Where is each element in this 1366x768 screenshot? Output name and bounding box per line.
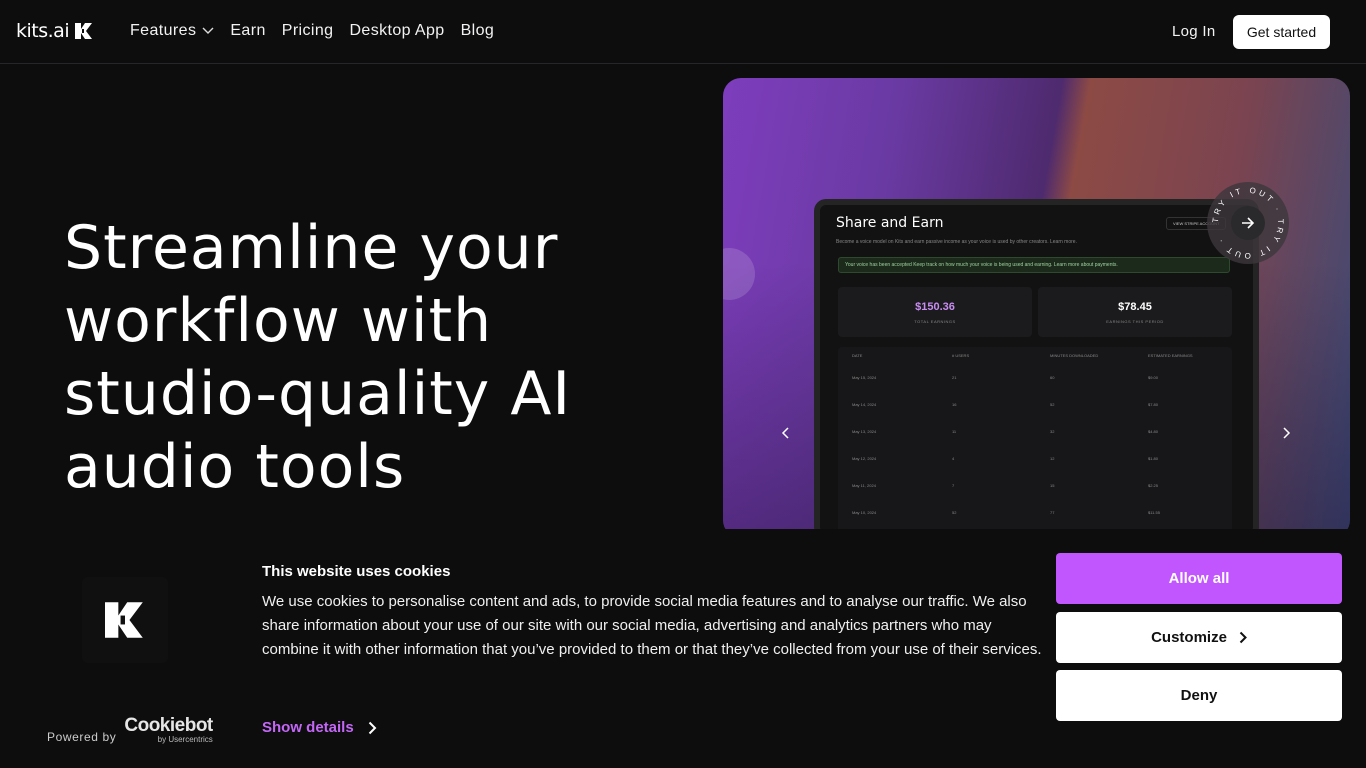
table-cell: 60 xyxy=(1050,375,1055,380)
table-cell: $4.80 xyxy=(1148,429,1159,434)
table-cell: 15 xyxy=(1050,483,1055,488)
carousel-next-button[interactable] xyxy=(1277,423,1297,443)
hero-headline: Streamline your workflow with studio-qua… xyxy=(64,213,572,502)
nav-blog[interactable]: Blog xyxy=(461,22,495,40)
try-it-out-badge[interactable]: TRY IT OUT · TRY IT OUT · xyxy=(1207,182,1289,264)
cookiebot-sub: by Usercentrics xyxy=(157,735,213,744)
table-cell: 52 xyxy=(952,510,957,515)
show-details-label: Show details xyxy=(262,719,354,736)
table-cell: May 15, 2024 xyxy=(852,375,877,380)
table-cell: May 10, 2024 xyxy=(852,510,877,515)
voice-accepted-notice: Your voice has been accepted Keep track … xyxy=(838,257,1230,273)
nav-earn[interactable]: Earn xyxy=(230,22,265,40)
nav-desktop-app[interactable]: Desktop App xyxy=(349,22,444,40)
table-cell: May 14, 2024 xyxy=(852,402,877,407)
table-cell: 16 xyxy=(952,402,957,407)
cookiebot-brand: Cookiebot xyxy=(124,715,213,736)
stat-value: $150.36 xyxy=(915,301,955,313)
table-cell: $7.80 xyxy=(1148,402,1159,407)
get-started-button[interactable]: Get started xyxy=(1233,15,1330,49)
table-cell: May 13, 2024 xyxy=(852,429,877,434)
table-cell: 7 xyxy=(952,483,955,488)
table-cell: 12 xyxy=(1050,456,1055,461)
deny-button[interactable]: Deny xyxy=(1056,670,1342,721)
chevron-left-icon xyxy=(781,427,789,439)
stat-period-earnings: $78.45 EARNINGS THIS PERIOD xyxy=(1038,287,1232,337)
kits-logo[interactable]: kits.ai xyxy=(16,20,93,42)
cookie-text: We use cookies to personalise content an… xyxy=(262,593,1042,658)
kits-mark-icon xyxy=(105,602,143,638)
chevron-right-icon xyxy=(1239,631,1247,644)
nav-features-label: Features xyxy=(130,22,197,39)
app-subtitle: Become a voice model on Kits and earn pa… xyxy=(836,239,1077,245)
table-header-cell: DATE xyxy=(852,353,863,358)
table-cell: $2.25 xyxy=(1148,483,1159,488)
table-header-cell: MINUTES DOWNLOADED xyxy=(1050,353,1099,358)
table-cell: 32 xyxy=(1050,429,1055,434)
stat-total-earnings: $150.36 TOTAL EARNINGS xyxy=(838,287,1032,337)
stat-label: TOTAL EARNINGS xyxy=(914,319,956,324)
carousel-prev-button[interactable] xyxy=(775,423,795,443)
app-title: Share and Earn xyxy=(836,215,944,231)
table-cell: $1.80 xyxy=(1148,456,1159,461)
table-cell: 4 xyxy=(952,456,955,461)
table-cell: 52 xyxy=(1050,402,1055,407)
table-header-cell: ESTIMATED EARNINGS xyxy=(1148,353,1193,358)
chevron-down-icon xyxy=(202,27,214,34)
cookie-title: This website uses cookies xyxy=(262,563,451,580)
cookiebot-logo: Cookiebot by Usercentrics xyxy=(124,715,213,744)
table-header-cell: # USERS xyxy=(952,353,970,358)
site-logo xyxy=(82,577,168,663)
login-link[interactable]: Log In xyxy=(1172,23,1216,40)
allow-all-button[interactable]: Allow all xyxy=(1056,553,1342,604)
stat-label: EARNINGS THIS PERIOD xyxy=(1106,319,1164,324)
nav-features[interactable]: Features xyxy=(130,22,214,40)
nav-links: Features Earn Pricing Desktop App Blog xyxy=(130,22,494,40)
table-cell: 77 xyxy=(1050,510,1055,515)
table-cell: $11.55 xyxy=(1148,510,1160,515)
hero-carousel: Share and Earn Become a voice model on K… xyxy=(723,78,1350,538)
app-preview: Share and Earn Become a voice model on K… xyxy=(814,199,1259,538)
customize-button[interactable]: Customize xyxy=(1056,612,1342,663)
logo-text: kits.ai xyxy=(16,20,70,42)
stat-value: $78.45 xyxy=(1118,301,1152,313)
table-cell: 11 xyxy=(952,429,957,434)
table-cell: May 12, 2024 xyxy=(852,456,877,461)
earnings-table: DATE # USERS MINUTES DOWNLOADED ESTIMATE… xyxy=(838,347,1232,533)
arrow-right-icon xyxy=(1231,206,1265,240)
powered-by-label: Powered by xyxy=(47,730,117,744)
customize-label: Customize xyxy=(1151,629,1227,646)
chevron-right-icon xyxy=(368,721,377,734)
show-details-link[interactable]: Show details xyxy=(262,719,377,736)
table-cell: May 11, 2024 xyxy=(852,483,876,488)
chevron-right-icon xyxy=(1283,427,1291,439)
table-cell: 21 xyxy=(952,375,957,380)
nav-pricing[interactable]: Pricing xyxy=(282,22,334,40)
top-nav: kits.ai Features Earn Pricing Desktop Ap… xyxy=(0,0,1366,64)
cookie-banner: Powered by Cookiebot by Usercentrics Thi… xyxy=(0,529,1366,768)
table-cell: $9.00 xyxy=(1148,375,1159,380)
powered-by-cookiebot[interactable]: Powered by Cookiebot by Usercentrics xyxy=(47,716,213,744)
kits-mark-icon xyxy=(75,23,93,39)
